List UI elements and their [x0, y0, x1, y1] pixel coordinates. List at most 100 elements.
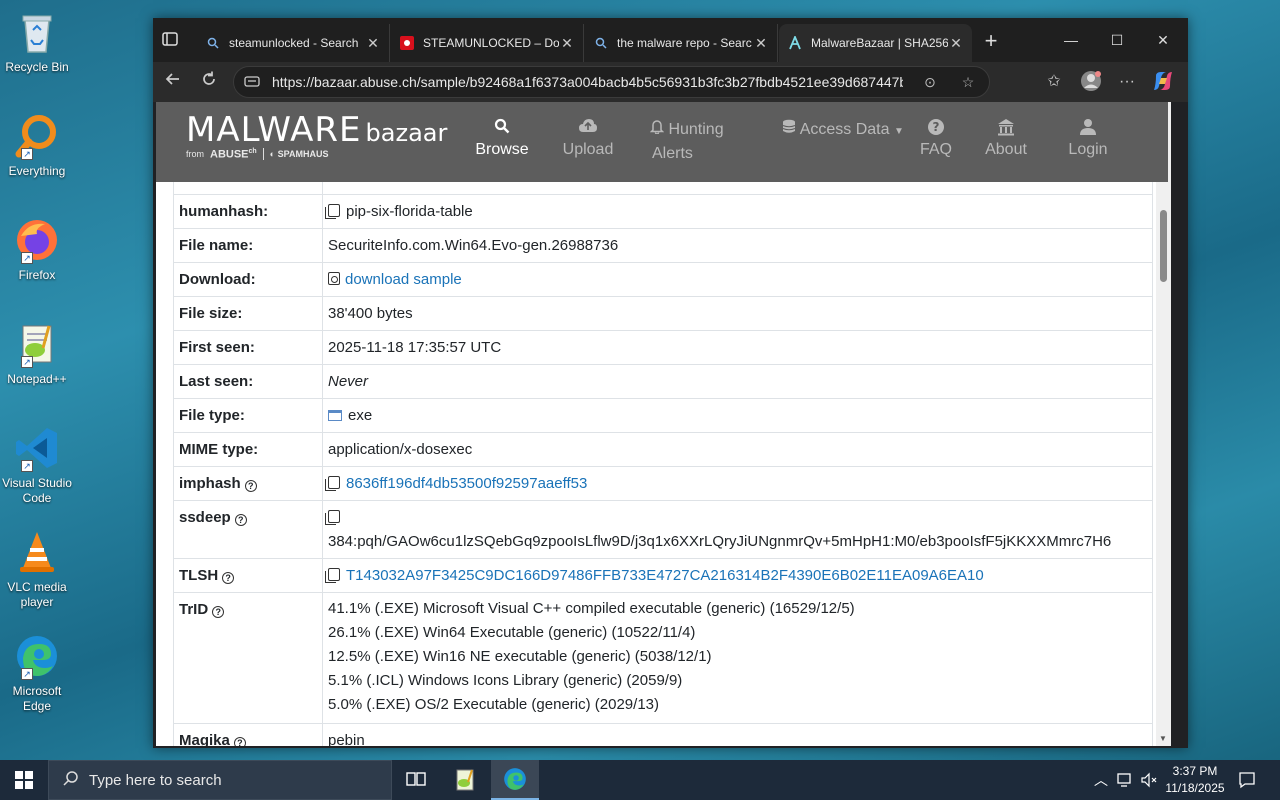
- edge-icon: [504, 768, 526, 790]
- desktop-icon-label: VLC media player: [7, 580, 67, 609]
- refresh-button[interactable]: [197, 70, 221, 94]
- filesize-value: 38'400 bytes: [322, 296, 1153, 331]
- copy-icon[interactable]: [325, 476, 340, 491]
- filesize-label: File size:: [173, 296, 323, 331]
- lastseen-value: Never: [322, 364, 1153, 399]
- download-label: Download:: [173, 262, 323, 297]
- scroll-down-arrow-icon[interactable]: ▼: [1159, 734, 1167, 743]
- copy-icon[interactable]: [325, 568, 340, 583]
- notepadpp-icon: ↗: [13, 320, 61, 368]
- nav-login[interactable]: Login: [1060, 118, 1116, 162]
- table-row: First seen: 2025-11-18 17:35:57 UTC: [173, 330, 1153, 365]
- browser-window: steamunlocked - Search ✕ STEAMUNLOCKED –…: [153, 18, 1188, 748]
- close-tab-icon[interactable]: ✕: [753, 35, 769, 52]
- magika-label: Magika: [179, 732, 230, 746]
- task-view-icon: [406, 772, 426, 786]
- download-sample-link[interactable]: download sample: [345, 271, 462, 288]
- site-info-icon[interactable]: [244, 73, 262, 92]
- desktop-icon-edge[interactable]: ↗ Microsoft Edge: [0, 632, 74, 714]
- close-window-button[interactable]: ✕: [1140, 26, 1186, 54]
- desktop-icon-vlc[interactable]: VLC media player: [0, 528, 74, 610]
- nav-faq[interactable]: ? FAQ: [914, 118, 958, 162]
- url-text[interactable]: https://bazaar.abuse.ch/sample/b92468a1f…: [272, 74, 903, 90]
- copy-icon[interactable]: [325, 510, 340, 525]
- tab-malware-repo-search[interactable]: the malware repo - Searc ✕: [585, 24, 778, 62]
- new-tab-button[interactable]: +: [979, 28, 1003, 54]
- scrollbar-thumb[interactable]: [1160, 210, 1167, 282]
- vlc-icon: [13, 528, 61, 576]
- start-button[interactable]: [0, 760, 48, 800]
- bell-icon: [649, 120, 668, 138]
- tab-actions-icon[interactable]: [161, 30, 185, 52]
- humanhash-value: pip-six-florida-table: [346, 203, 473, 220]
- settings-menu-icon[interactable]: ···: [1115, 70, 1139, 94]
- clock-date: 11/18/2025: [1165, 781, 1225, 795]
- mime-value: application/x-dosexec: [322, 432, 1153, 467]
- nav-upload[interactable]: Upload: [560, 118, 616, 162]
- table-row: File type: exe: [173, 398, 1153, 433]
- question-circle-icon: ?: [914, 118, 958, 138]
- close-tab-icon[interactable]: ✕: [948, 35, 964, 52]
- network-icon[interactable]: [1117, 760, 1135, 800]
- close-tab-icon[interactable]: ✕: [559, 35, 575, 52]
- tlsh-label: TLSH: [179, 567, 219, 584]
- maximize-button[interactable]: ☐: [1094, 26, 1140, 54]
- search-icon: [205, 35, 221, 51]
- address-bar[interactable]: https://bazaar.abuse.ch/sample/b92468a1f…: [233, 66, 990, 98]
- ssdeep-label: ssdeep: [179, 509, 231, 526]
- copy-icon[interactable]: [325, 204, 340, 219]
- imphash-label: imphash: [179, 475, 241, 492]
- taskbar-search-box[interactable]: Type here to search: [48, 760, 392, 800]
- table-row: Last seen: Never: [173, 364, 1153, 399]
- firstseen-label: First seen:: [173, 330, 323, 365]
- desktop-icon-notepadpp[interactable]: ↗ Notepad++: [0, 320, 74, 387]
- close-tab-icon[interactable]: ✕: [365, 35, 381, 52]
- imphash-link[interactable]: 8636ff196df4db53500f92597aaeff53: [346, 475, 587, 492]
- tab-steamunlocked-search[interactable]: steamunlocked - Search ✕: [197, 24, 390, 62]
- help-icon[interactable]: ?: [233, 737, 246, 746]
- trid-entry: 5.1% (.ICL) Windows Icons Library (gener…: [328, 672, 683, 689]
- table-row: TLSH? T143032A97F3425C9DC166D97486FFB733…: [173, 558, 1153, 593]
- malwarebazaar-icon: [787, 35, 803, 51]
- desktop-icon-recycle-bin[interactable]: Recycle Bin: [0, 8, 74, 75]
- window-icon: [328, 410, 342, 421]
- desktop-icon-everything[interactable]: ↗ Everything: [0, 112, 74, 179]
- desktop-icon-vscode[interactable]: ↗ Visual Studio Code: [0, 424, 74, 506]
- favorite-star-icon[interactable]: ☆: [957, 74, 979, 91]
- taskbar: Type here to search ︿ 3:37 PM 11/18/2025: [0, 760, 1280, 800]
- task-view-button[interactable]: [392, 760, 440, 800]
- malwarebazaar-logo[interactable]: MALWARE bazaar from ABUSEch ◐ SPAMHAUS: [186, 110, 447, 161]
- system-clock[interactable]: 3:37 PM 11/18/2025: [1160, 763, 1230, 797]
- help-icon[interactable]: ?: [244, 480, 257, 492]
- help-icon[interactable]: ?: [222, 572, 235, 584]
- nav-about[interactable]: About: [978, 118, 1034, 162]
- tlsh-link[interactable]: T143032A97F3425C9DC166D97486FFB733E4727C…: [346, 567, 984, 584]
- nav-access-data-dropdown[interactable]: Access Data ▼: [780, 118, 906, 144]
- download-file-icon: [328, 272, 340, 285]
- table-row: TrID? 41.1% (.EXE) Microsoft Visual C++ …: [173, 592, 1153, 724]
- table-row: humanhash: pip-six-florida-table: [173, 194, 1153, 229]
- help-icon[interactable]: ?: [212, 606, 225, 618]
- tab-steamunlocked[interactable]: STEAMUNLOCKED – Dow ✕: [391, 24, 584, 62]
- help-icon[interactable]: ?: [234, 514, 247, 526]
- page-scrollbar[interactable]: ▲ ▼: [1156, 102, 1171, 746]
- favorites-icon[interactable]: ✩: [1042, 70, 1066, 94]
- taskbar-notepadpp[interactable]: [441, 760, 489, 800]
- show-hidden-icons-button[interactable]: ︿: [1094, 760, 1108, 800]
- profile-avatar-icon[interactable]: [1079, 70, 1103, 94]
- table-row: Magika? pebin: [173, 723, 1153, 746]
- taskbar-edge[interactable]: [491, 760, 539, 800]
- desktop-icon-firefox[interactable]: ↗ Firefox: [0, 216, 74, 283]
- nav-hunting-alerts[interactable]: Hunting Alerts: [649, 118, 730, 166]
- filetype-label: File type:: [173, 398, 323, 433]
- clock-time: 3:37 PM: [1172, 764, 1218, 778]
- volume-muted-icon[interactable]: [1140, 760, 1158, 800]
- recycle-bin-icon: [13, 8, 61, 56]
- notification-center-icon[interactable]: [1238, 760, 1256, 800]
- minimize-button[interactable]: —: [1048, 26, 1094, 54]
- nav-browse[interactable]: Browse: [474, 118, 530, 162]
- tab-malwarebazaar[interactable]: MalwareBazaar | SHA256 ✕: [779, 24, 972, 62]
- copilot-icon[interactable]: [1151, 70, 1175, 94]
- back-button[interactable]: [161, 70, 185, 94]
- more-options-icon[interactable]: ⊙: [919, 74, 941, 91]
